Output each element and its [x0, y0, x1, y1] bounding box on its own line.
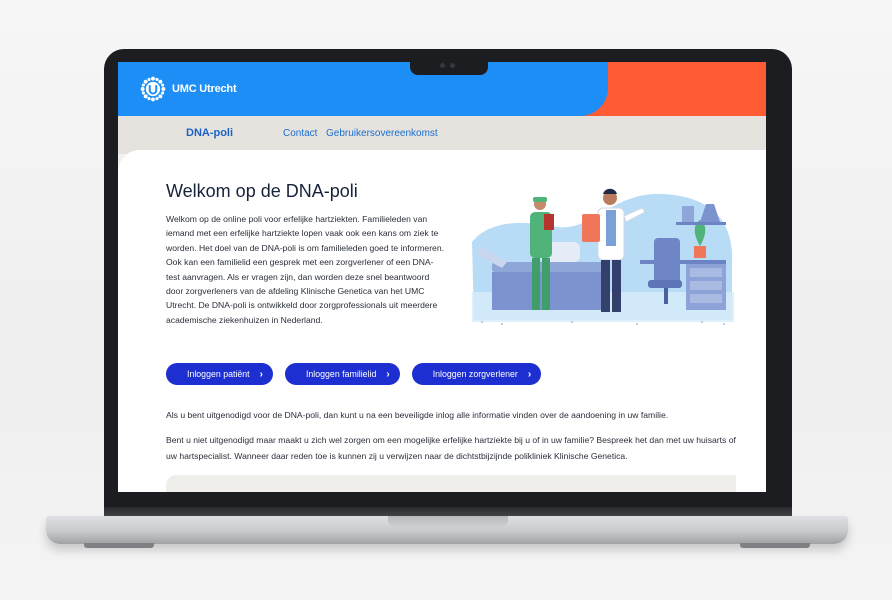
top-navigation: DNA-poli Contact Gebruikersovereenkomst	[118, 116, 766, 154]
not-invited-info-text: Bent u niet uitgenodigd maar maakt u zic…	[166, 435, 736, 461]
main-content: Welkom op de DNA-poli Welkom op de onlin…	[118, 150, 766, 492]
nav-terms-link[interactable]: Gebruikersovereenkomst	[326, 128, 438, 139]
laptop-foot-left	[84, 543, 154, 548]
site-logo[interactable]: UMC Utrecht	[140, 76, 237, 102]
page-title: Welkom op de DNA-poli	[166, 181, 358, 201]
login-care-label: Inloggen zorgverlener	[432, 369, 518, 379]
nav-brand-link[interactable]: DNA-poli	[186, 127, 233, 139]
info-panel	[166, 475, 736, 492]
login-family-button[interactable]: Inloggen familielid ›	[284, 363, 400, 385]
intro-text: Welkom op de online poli voor erfelijke …	[166, 214, 445, 325]
chevron-right-icon: ›	[386, 368, 390, 380]
invited-info-text: Als u bent uitgenodigd voor de DNA-poli,…	[166, 410, 669, 420]
chevron-right-icon: ›	[259, 368, 263, 380]
laptop-foot-right	[740, 543, 810, 548]
clinic-illustration	[472, 188, 734, 325]
umc-sun-logo-icon	[140, 76, 166, 102]
login-family-label: Inloggen familielid	[305, 369, 377, 379]
laptop-thumb-notch	[388, 516, 508, 528]
login-patient-label: Inloggen patiënt	[187, 369, 250, 379]
login-care-button[interactable]: Inloggen zorgverlener ›	[411, 363, 542, 385]
laptop-screen: UMC Utrecht DNA-poli Contact Gebruikerso…	[118, 62, 766, 492]
login-patient-button[interactable]: Inloggen patiënt ›	[166, 363, 273, 385]
nav-contact-link[interactable]: Contact	[283, 128, 317, 139]
chevron-right-icon: ›	[527, 368, 532, 380]
logo-text: UMC Utrecht	[172, 83, 237, 95]
login-buttons: Inloggen patiënt › Inloggen familielid ›…	[166, 363, 542, 385]
camera-notch	[410, 58, 488, 75]
